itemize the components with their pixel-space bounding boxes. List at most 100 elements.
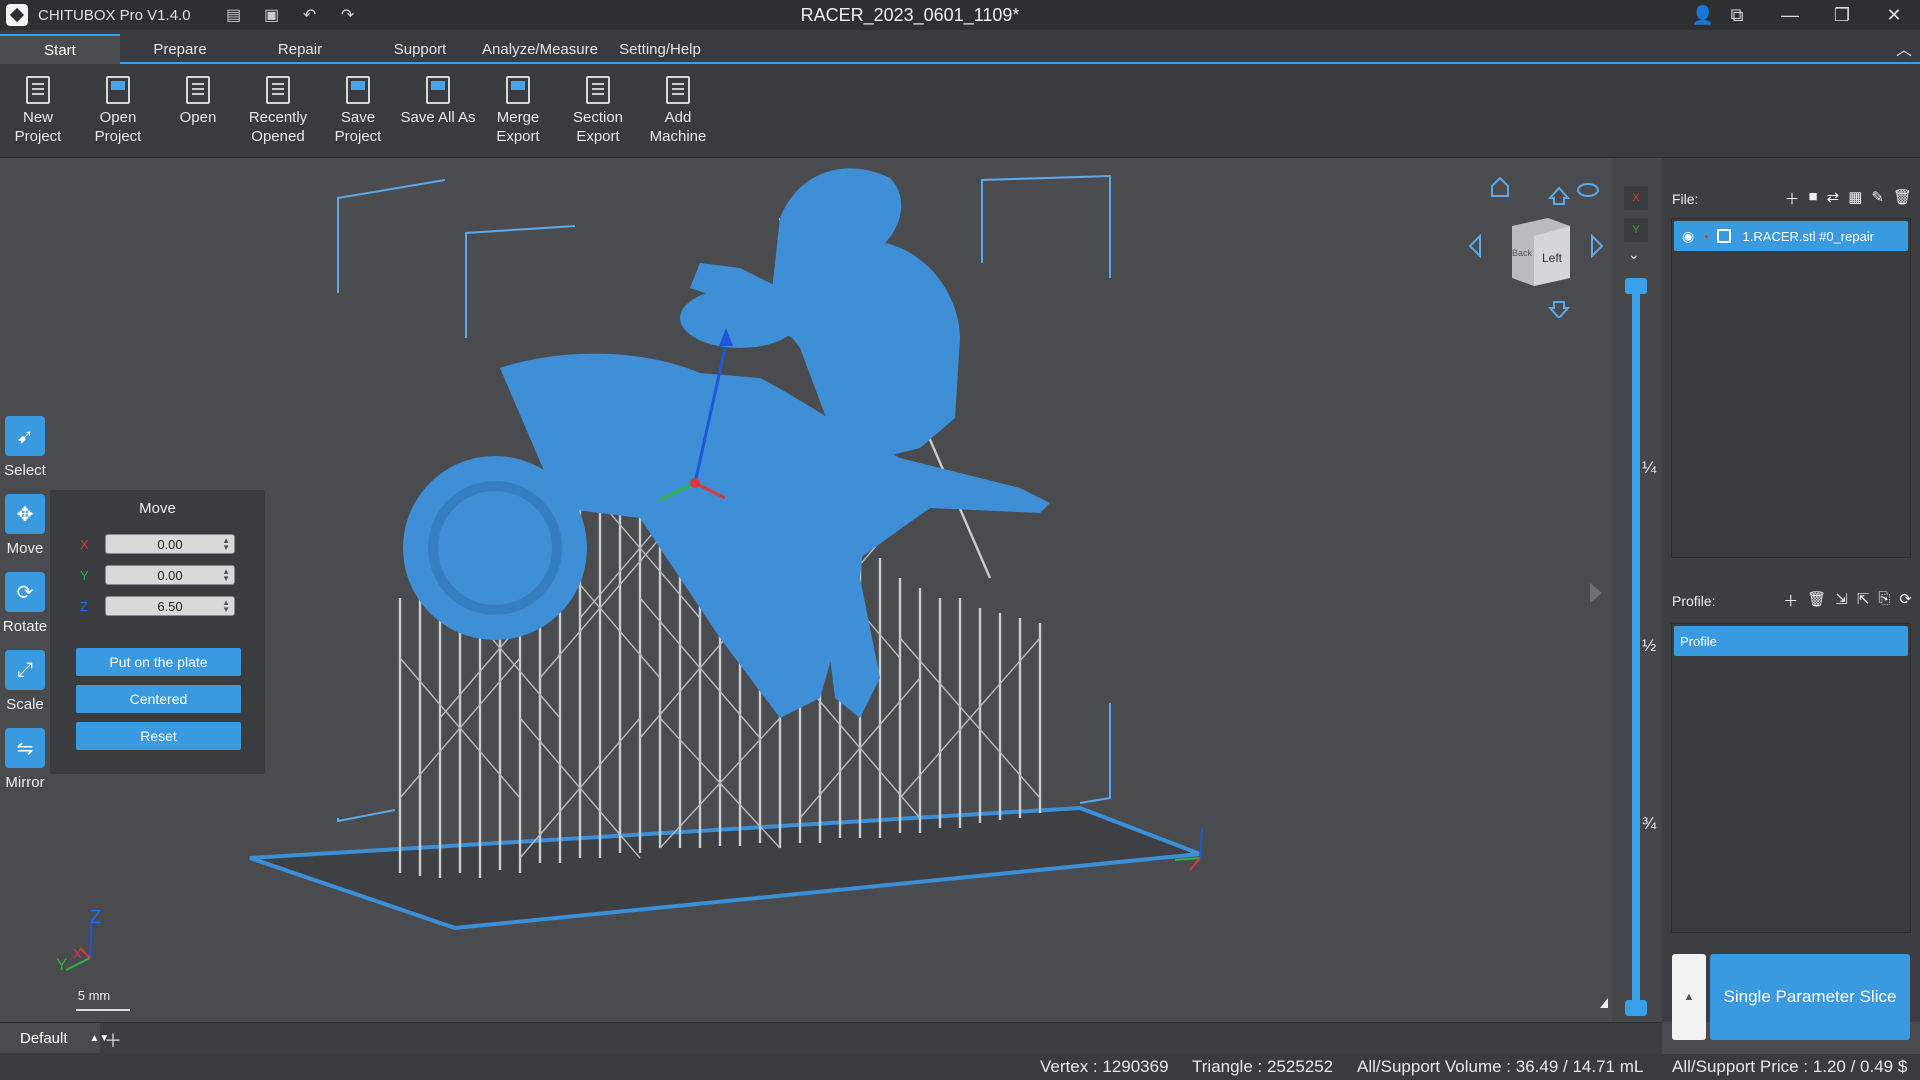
panel-expand-arrow-icon[interactable] (1590, 583, 1602, 603)
add-plate-icon[interactable]: ＋ (104, 1027, 122, 1053)
view-navigation-cube[interactable]: Left Back (1460, 168, 1612, 320)
z-position-input[interactable]: 6.50 ▲ ▼ (105, 596, 235, 616)
close-button[interactable]: ✕ (1868, 0, 1920, 30)
edit-icon[interactable]: ✎ (1871, 188, 1884, 209)
new-project-button[interactable]: New Project (0, 76, 78, 146)
tab-prepare[interactable]: Prepare (130, 34, 230, 64)
caret-up-icon: ▲ (1683, 991, 1695, 1003)
add-profile-icon[interactable]: ＋ (1783, 590, 1798, 611)
add-machine-icon (666, 76, 690, 104)
open-project-icon (106, 76, 130, 104)
save-project-icon (346, 76, 370, 104)
layer-slider-strip: X Y ⌄ ¼ ½ ¾ ︿ (1612, 158, 1662, 1044)
redo-icon[interactable]: ↷ (337, 4, 359, 26)
y-spinner-icon[interactable]: ▲ ▼ (222, 568, 230, 583)
visibility-eye-icon[interactable] (1577, 183, 1599, 197)
file-name: 1.RACER.stl #0_repair (1742, 228, 1875, 244)
x-axis-tag[interactable]: X (1624, 186, 1648, 210)
account-icon[interactable]: 👤 (1686, 0, 1720, 30)
view-right-arrow-icon[interactable] (1591, 233, 1604, 259)
export-profile-icon[interactable]: ⇱ (1857, 590, 1870, 611)
mirror-tool[interactable]: ⇋ Mirror (0, 728, 50, 791)
x-position-input[interactable]: 0.00 ▲ ▼ (105, 534, 235, 554)
add-file-icon[interactable]: ＋ (1785, 188, 1800, 209)
delete-file-icon[interactable]: 🗑 (1893, 188, 1912, 209)
open-button[interactable]: Open (158, 76, 238, 127)
import-profile-icon[interactable]: ⇲ (1835, 590, 1848, 611)
app-logo-icon (6, 4, 28, 26)
scale-tool[interactable]: ⤢ Scale (0, 650, 50, 713)
racer-model[interactable] (403, 168, 1050, 718)
group-icon[interactable]: ▦ (1848, 188, 1862, 209)
app-name: CHITUBOX Pro V1.4.0 (38, 6, 191, 24)
layer-half-mark: ½ (1642, 636, 1657, 655)
tab-support[interactable]: Support (370, 34, 470, 64)
single-parameter-slice-button[interactable]: Single Parameter Slice (1710, 954, 1910, 1040)
save-all-as-button[interactable]: Save All As (398, 76, 478, 127)
screenshot-icon[interactable]: ⧉ (1720, 0, 1754, 30)
plate-tab-default[interactable]: Default ▲▼ (0, 1023, 109, 1053)
rotate-icon: ⟳ (5, 572, 45, 612)
collapse-ribbon-icon[interactable]: ︿ (1896, 36, 1912, 60)
recently-opened-button[interactable]: Recently Opened (238, 76, 318, 146)
right-panel: File: ＋ ■ ⇄ ▦ ✎ 🗑 ◉ ⬩ 1.RACER.stl #0_rep… (1662, 158, 1920, 1040)
3d-viewport[interactable]: Z Y X Left Back ➹ Select ✥ Move ⟳ Rotate ⤢ S… (0, 158, 1612, 1022)
view-left-arrow-icon[interactable] (1468, 233, 1481, 259)
save-icon[interactable]: ▣ (261, 4, 283, 26)
recent-files-icon (266, 76, 290, 104)
z-label: Z (80, 598, 88, 614)
home-view-icon[interactable] (1491, 176, 1509, 197)
centered-button[interactable]: Centered (76, 685, 241, 713)
cube-face-back[interactable]: Back (1512, 248, 1533, 258)
tab-start[interactable]: Start (0, 34, 120, 64)
layer-slider-track[interactable] (1632, 286, 1640, 1006)
save-project-button[interactable]: Save Project (318, 76, 398, 146)
share-profile-icon[interactable]: ⎘ (1878, 590, 1890, 611)
title-bar: CHITUBOX Pro V1.4.0 ▤ ▣ ↶ ↷ RACER_2023_0… (0, 0, 1920, 30)
view-up-arrow-icon[interactable] (1547, 186, 1571, 205)
cube-face-left[interactable]: Left (1542, 251, 1563, 265)
slice-options-toggle[interactable]: ▲ (1672, 954, 1706, 1040)
view-down-arrow-icon[interactable] (1547, 301, 1571, 320)
triangle-count: Triangle : 2525252 (1192, 1057, 1334, 1076)
cursor-icon: ➹ (5, 416, 45, 456)
refresh-profile-icon[interactable]: ⟳ (1899, 590, 1912, 611)
tab-repair[interactable]: Repair (250, 34, 350, 64)
eye-icon[interactable]: ◉ (1682, 228, 1694, 245)
tab-setting-help[interactable]: Setting/Help (610, 34, 710, 64)
reset-button[interactable]: Reset (76, 722, 241, 750)
open-project-button[interactable]: Open Project (78, 76, 158, 146)
undo-icon[interactable]: ↶ (299, 4, 321, 26)
minimize-button[interactable]: — (1764, 0, 1816, 30)
tab-analyze-measure[interactable]: Analyze/Measure (480, 34, 600, 64)
delete-profile-icon[interactable]: 🗑 (1807, 590, 1826, 611)
x-spinner-icon[interactable]: ▲ ▼ (222, 537, 230, 552)
new-file-icon[interactable]: ▤ (223, 4, 245, 26)
z-spinner-icon[interactable]: ▲ ▼ (222, 599, 230, 614)
file-list-item[interactable]: ◉ ⬩ 1.RACER.stl #0_repair (1674, 221, 1908, 251)
file-checkbox[interactable] (1716, 229, 1731, 243)
restore-button[interactable]: ❐ (1816, 0, 1868, 30)
status-bar: Vertex : 1290369 Triangle : 2525252 All/… (0, 1054, 1920, 1080)
profile-list-item[interactable]: Profile (1674, 626, 1908, 656)
add-machine-button[interactable]: Add Machine (638, 76, 718, 146)
file-label: File: (1672, 190, 1699, 207)
section-export-button[interactable]: Section Export (558, 76, 638, 146)
swap-icon[interactable]: ⇄ (1827, 188, 1840, 209)
layer-slider-top-handle[interactable] (1625, 278, 1647, 294)
layer-slider-bottom-handle[interactable] (1625, 1000, 1647, 1016)
select-all-icon[interactable]: ■ (1809, 188, 1818, 209)
merge-export-button[interactable]: Merge Export (478, 76, 558, 146)
move-tool[interactable]: ✥ Move (0, 494, 50, 557)
y-position-input[interactable]: 0.00 ▲ ▼ (105, 565, 235, 585)
select-tool[interactable]: ➹ Select (0, 416, 50, 479)
ribbon-toolbar: New Project Open Project Open Recently Ope… (0, 64, 1920, 158)
y-axis-tag[interactable]: Y (1624, 218, 1648, 242)
put-on-plate-button[interactable]: Put on the plate (76, 648, 241, 676)
resize-corner-icon (1600, 998, 1608, 1008)
chevron-down-icon[interactable]: ⌄ (1628, 246, 1640, 263)
rotate-tool[interactable]: ⟳ Rotate (0, 572, 50, 635)
save-all-icon (426, 76, 450, 104)
vertex-count: Vertex : 1290369 (1040, 1057, 1169, 1076)
menu-bar: Start Prepare Repair Support Analyze/Mea… (0, 30, 1920, 64)
